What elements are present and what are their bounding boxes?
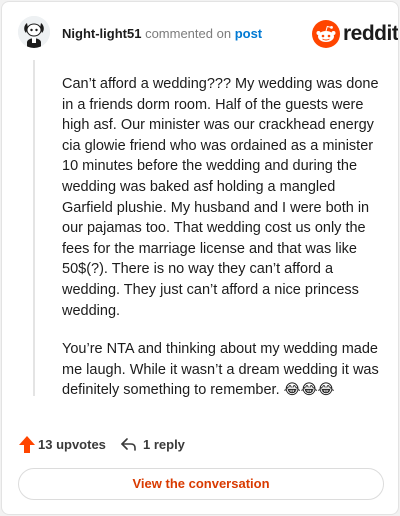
post-link[interactable]: post — [235, 26, 262, 41]
comment-paragraph: You’re NTA and thinking about my wedding… — [62, 341, 379, 399]
comment-header: Night-light51 commented on post reddit — [2, 2, 399, 66]
comment-body: Can’t afford a wedding??? My wedding was… — [62, 74, 380, 419]
reddit-snoo-icon — [312, 20, 340, 48]
view-conversation-button[interactable]: View the conversation — [18, 468, 384, 500]
avatar-snoo-icon — [18, 16, 50, 48]
username-link[interactable]: Night-light51 — [62, 26, 141, 41]
action-text: commented on — [145, 26, 232, 41]
thread-line[interactable] — [33, 60, 35, 396]
comment-card: Night-light51 commented on post reddit C… — [1, 1, 399, 515]
reply-arrow-icon[interactable] — [120, 436, 137, 453]
reply-count[interactable]: 1 reply — [143, 437, 185, 452]
user-avatar[interactable] — [18, 16, 50, 48]
comment-paragraph: Can’t afford a wedding??? My wedding was… — [62, 76, 379, 319]
comment-meta: Night-light51 commented on post — [62, 26, 262, 42]
upvote-count: 13 upvotes — [38, 437, 106, 452]
upvote-arrow-icon[interactable] — [18, 435, 36, 454]
reddit-wordmark: reddit — [343, 22, 399, 45]
